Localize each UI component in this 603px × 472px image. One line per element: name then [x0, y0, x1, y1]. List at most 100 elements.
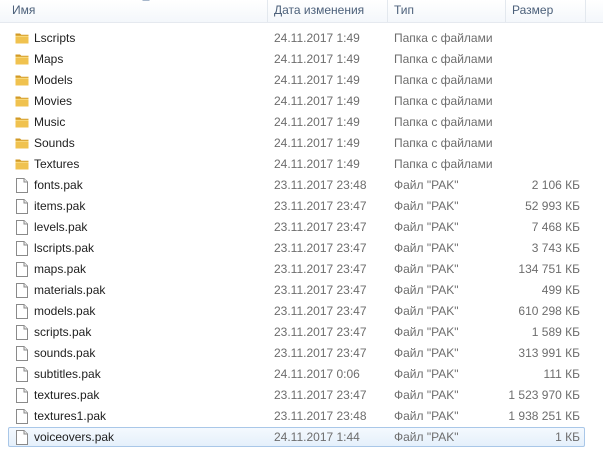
item-type: Файл "PAK"	[394, 325, 459, 339]
folder-icon	[15, 28, 29, 49]
item-date: 24.11.2017 1:49	[274, 52, 360, 66]
folder-icon	[15, 49, 29, 70]
file-list: Lscripts 24.11.2017 1:49 Папка с файлами Ma…	[0, 28, 603, 448]
item-date: 23.11.2017 23:47	[274, 262, 367, 276]
item-type: Файл "PAK"	[394, 199, 459, 213]
item-date: 23.11.2017 23:47	[274, 346, 367, 360]
folder-icon	[15, 154, 29, 175]
item-date: 24.11.2017 1:49	[274, 73, 360, 87]
item-date: 24.11.2017 1:49	[274, 115, 360, 129]
file-icon	[15, 217, 29, 238]
item-type: Папка с файлами	[394, 73, 493, 87]
file-explorer-list: Имя Дата изменения Тип Размер Lscripts 24…	[0, 0, 603, 472]
item-date: 23.11.2017 23:47	[274, 388, 367, 402]
item-name: maps.pak	[34, 262, 87, 276]
item-date: 23.11.2017 23:48	[274, 178, 367, 192]
item-type: Файл "PAK"	[394, 304, 459, 318]
column-header-name[interactable]: Имя	[6, 0, 268, 22]
item-name: Sounds	[34, 136, 75, 150]
item-name: models.pak	[34, 304, 96, 318]
item-size	[506, 91, 580, 112]
item-type: Файл "PAK"	[394, 346, 459, 360]
item-type: Папка с файлами	[394, 52, 493, 66]
item-size	[506, 28, 580, 49]
folder-icon	[15, 70, 29, 91]
item-name: Music	[34, 115, 66, 129]
list-item[interactable]: subtitles.pak 24.11.2017 0:06 Файл "PAK" 11…	[0, 364, 603, 385]
column-header-bar: Имя Дата изменения Тип Размер	[0, 0, 603, 23]
item-type: Файл "PAK"	[394, 409, 459, 423]
item-size: 7 468 КБ	[531, 220, 580, 234]
item-type: Файл "PAK"	[394, 367, 459, 381]
list-item[interactable]: Movies 24.11.2017 1:49 Папка с файлами	[0, 91, 603, 112]
item-type: Папка с файлами	[394, 94, 493, 108]
sort-arrow-icon	[142, 0, 150, 1]
list-item[interactable]: fonts.pak 23.11.2017 23:48 Файл "PAK" 2 106…	[0, 175, 603, 196]
item-size	[506, 70, 580, 91]
column-header-date[interactable]: Дата изменения	[268, 0, 388, 22]
item-name: levels.pak	[34, 220, 88, 234]
folder-icon	[15, 133, 29, 154]
item-date: 24.11.2017 0:06	[274, 367, 360, 381]
item-name: Lscripts	[34, 31, 76, 45]
list-item[interactable]: levels.pak 23.11.2017 23:47 Файл "PAK" 7 46…	[0, 217, 603, 238]
list-item[interactable]: Textures 24.11.2017 1:49 Папка с файлами	[0, 154, 603, 175]
list-item[interactable]: Maps 24.11.2017 1:49 Папка с файлами	[0, 49, 603, 70]
file-icon	[15, 196, 29, 217]
item-type: Файл "PAK"	[394, 178, 459, 192]
item-date: 23.11.2017 23:47	[274, 199, 367, 213]
file-icon	[15, 427, 29, 448]
column-header-type[interactable]: Тип	[388, 0, 506, 22]
item-size: 1 589 КБ	[531, 325, 580, 339]
item-type: Файл "PAK"	[394, 262, 459, 276]
list-item[interactable]: textures1.pak 23.11.2017 23:48 Файл "PAK" 1…	[0, 406, 603, 427]
item-size	[506, 133, 580, 154]
list-item[interactable]: textures.pak 23.11.2017 23:47 Файл "PAK" 1 …	[0, 385, 603, 406]
item-name: Movies	[34, 94, 73, 108]
item-size: 610 298 КБ	[518, 304, 580, 318]
item-name: items.pak	[34, 199, 86, 213]
file-icon	[15, 280, 29, 301]
item-size: 1 523 970 КБ	[508, 388, 580, 402]
item-name: textures1.pak	[34, 409, 107, 423]
file-icon	[15, 406, 29, 427]
file-icon	[15, 343, 29, 364]
item-size: 2 106 КБ	[531, 178, 580, 192]
item-date: 24.11.2017 1:49	[274, 31, 360, 45]
folder-icon	[15, 91, 29, 112]
item-date: 23.11.2017 23:47	[274, 220, 367, 234]
item-date: 24.11.2017 1:44	[274, 430, 360, 444]
file-icon	[15, 385, 29, 406]
list-item-selected[interactable]: voiceovers.pak 24.11.2017 1:44 Файл "PAK" 1…	[0, 427, 603, 448]
item-name: Models	[34, 73, 73, 87]
item-size: 1 938 251 КБ	[508, 409, 580, 423]
list-item[interactable]: Sounds 24.11.2017 1:49 Папка с файлами	[0, 133, 603, 154]
item-type: Папка с файлами	[394, 157, 493, 171]
list-item[interactable]: maps.pak 23.11.2017 23:47 Файл "PAK" 134 75…	[0, 259, 603, 280]
list-item[interactable]: lscripts.pak 23.11.2017 23:47 Файл "PAK" 3 …	[0, 238, 603, 259]
item-name: scripts.pak	[34, 325, 92, 339]
file-icon	[15, 322, 29, 343]
item-name: Maps	[34, 52, 64, 66]
file-icon	[15, 364, 29, 385]
list-item[interactable]: scripts.pak 23.11.2017 23:47 Файл "PAK" 1 5…	[0, 322, 603, 343]
item-size	[506, 112, 580, 133]
item-name: textures.pak	[34, 388, 100, 402]
item-size	[506, 49, 580, 70]
list-item[interactable]: Lscripts 24.11.2017 1:49 Папка с файлами	[0, 28, 603, 49]
item-date: 23.11.2017 23:47	[274, 325, 367, 339]
list-item[interactable]: models.pak 23.11.2017 23:47 Файл "PAK" 610 …	[0, 301, 603, 322]
item-name: materials.pak	[34, 283, 106, 297]
item-type: Файл "PAK"	[394, 241, 459, 255]
list-item[interactable]: sounds.pak 23.11.2017 23:47 Файл "PAK" 313 …	[0, 343, 603, 364]
list-item[interactable]: items.pak 23.11.2017 23:47 Файл "PAK" 52 99…	[0, 196, 603, 217]
list-item[interactable]: materials.pak 23.11.2017 23:47 Файл "PAK" 4…	[0, 280, 603, 301]
item-name: lscripts.pak	[34, 241, 95, 255]
list-item[interactable]: Models 24.11.2017 1:49 Папка с файлами	[0, 70, 603, 91]
item-name: fonts.pak	[34, 178, 83, 192]
column-header-size[interactable]: Размер	[506, 0, 586, 22]
item-size	[506, 154, 580, 175]
item-type: Папка с файлами	[394, 31, 493, 45]
list-item[interactable]: Music 24.11.2017 1:49 Папка с файлами	[0, 112, 603, 133]
file-icon	[15, 259, 29, 280]
